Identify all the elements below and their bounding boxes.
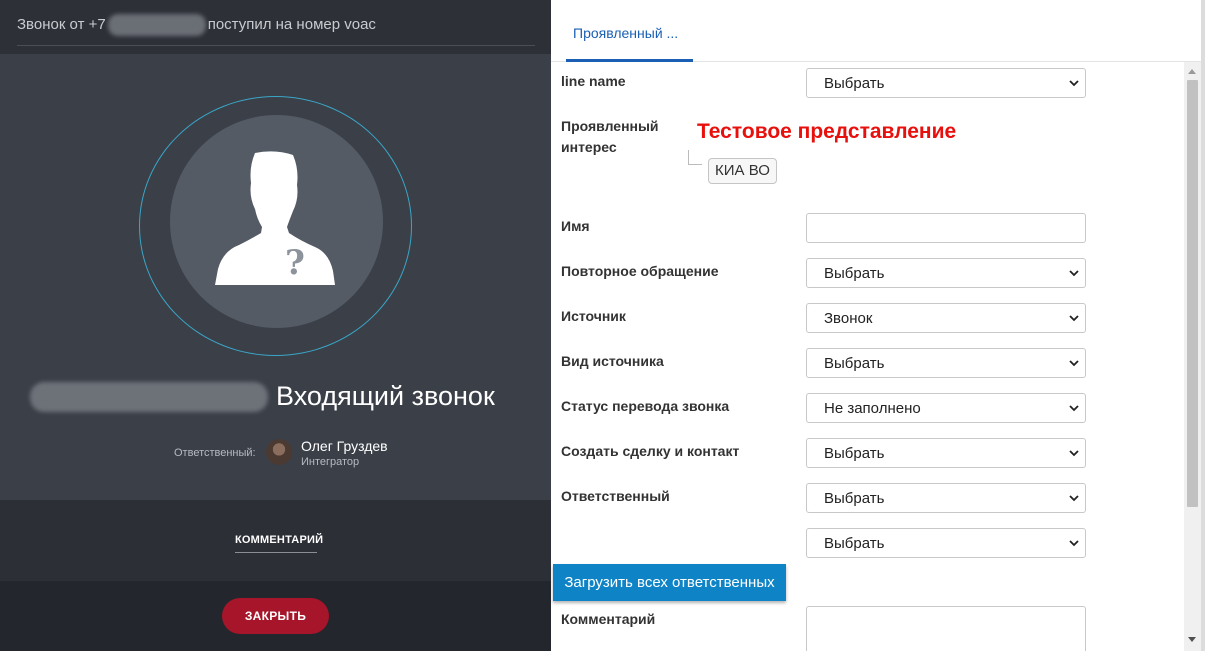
active-tab-indicator bbox=[566, 59, 693, 62]
create-deal-value: Выбрать bbox=[824, 445, 885, 462]
responsible-avatar bbox=[266, 439, 292, 465]
header-divider bbox=[17, 45, 535, 46]
form-scrollbar[interactable] bbox=[1184, 62, 1201, 651]
interest-label-line1: Проявленный bbox=[561, 118, 659, 134]
transfer-status-value: Не заполнено bbox=[824, 400, 921, 417]
transfer-status-select[interactable]: Не заполнено bbox=[806, 393, 1086, 423]
call-panel: Звонок от +7 поступил на номер voac ? Вхо… bbox=[0, 0, 551, 651]
transfer-status-label: Статус перевода звонка bbox=[561, 398, 730, 414]
form-panel: Проявленный ... line name Выбрать Проявл… bbox=[551, 0, 1205, 651]
line-name-label: line name bbox=[561, 73, 626, 89]
line-name-select[interactable]: Выбрать bbox=[806, 68, 1086, 98]
chevron-down-icon bbox=[1069, 450, 1079, 457]
name-input[interactable] bbox=[806, 213, 1086, 243]
chevron-down-icon bbox=[1069, 270, 1079, 277]
caller-avatar: ? bbox=[170, 115, 383, 328]
call-header: Звонок от +7 поступил на номер voac bbox=[0, 0, 551, 54]
scroll-down-arrow-icon[interactable] bbox=[1188, 637, 1196, 642]
comment-label: Комментарий bbox=[561, 611, 656, 627]
load-all-responsible-button[interactable]: Загрузить всех ответственных bbox=[553, 564, 786, 601]
comment-textarea[interactable] bbox=[806, 606, 1086, 651]
scroll-up-arrow-icon[interactable] bbox=[1188, 69, 1196, 74]
responsible-extra-select[interactable]: Выбрать bbox=[806, 528, 1086, 558]
call-title: Звонок от +7 поступил на номер voac bbox=[17, 14, 376, 36]
call-title-prefix: Звонок от +7 bbox=[17, 15, 106, 33]
chevron-down-icon bbox=[1069, 405, 1079, 412]
source-type-label: Вид источника bbox=[561, 353, 664, 369]
test-view-heading: Тестовое представление bbox=[697, 120, 957, 143]
source-label: Источник bbox=[561, 308, 626, 324]
window-edge bbox=[1201, 0, 1205, 651]
comment-zone: КОММЕНТАРИЙ bbox=[0, 500, 551, 581]
create-deal-label: Создать сделку и контакт bbox=[561, 443, 740, 459]
close-button[interactable]: ЗАКРЫТЬ bbox=[222, 598, 329, 634]
responsible-label: Ответственный: bbox=[174, 447, 256, 459]
call-footer: ЗАКРЫТЬ bbox=[0, 581, 551, 651]
masked-phone-number bbox=[107, 14, 206, 36]
chevron-down-icon bbox=[1069, 540, 1079, 547]
chevron-down-icon bbox=[1069, 80, 1079, 87]
source-type-value: Выбрать bbox=[824, 355, 885, 372]
comment-tab-underline bbox=[235, 552, 317, 553]
source-type-select[interactable]: Выбрать bbox=[806, 348, 1086, 378]
interest-tag[interactable]: КИА ВО bbox=[708, 158, 777, 184]
call-status: Входящий звонок bbox=[276, 381, 495, 411]
repeat-value: Выбрать bbox=[824, 265, 885, 282]
source-select[interactable]: Звонок bbox=[806, 303, 1086, 333]
responsible-role: Интегратор bbox=[301, 456, 360, 468]
masked-caller-number bbox=[30, 381, 268, 412]
interest-label: Проявленный интерес bbox=[561, 116, 659, 158]
repeat-label: Повторное обращение bbox=[561, 263, 719, 279]
comment-tab[interactable]: КОММЕНТАРИЙ bbox=[235, 534, 323, 546]
svg-text:?: ? bbox=[285, 243, 305, 283]
create-deal-select[interactable]: Выбрать bbox=[806, 438, 1086, 468]
scroll-thumb[interactable] bbox=[1187, 80, 1198, 507]
tab-interest[interactable]: Проявленный ... bbox=[573, 25, 678, 41]
repeat-select[interactable]: Выбрать bbox=[806, 258, 1086, 288]
tag-connector bbox=[688, 150, 702, 165]
interest-label-line2: интерес bbox=[561, 139, 617, 155]
caller-area: ? Входящий звонок Ответственный: Олег Гр… bbox=[0, 54, 551, 500]
name-label: Имя bbox=[561, 218, 590, 234]
chevron-down-icon bbox=[1069, 495, 1079, 502]
responsible-select[interactable]: Выбрать bbox=[806, 483, 1086, 513]
unknown-person-icon: ? bbox=[215, 151, 335, 285]
source-value: Звонок bbox=[824, 310, 873, 327]
chevron-down-icon bbox=[1069, 315, 1079, 322]
tab-bar: Проявленный ... bbox=[551, 0, 1201, 62]
caller-line: Входящий звонок bbox=[30, 381, 495, 412]
chevron-down-icon bbox=[1069, 360, 1079, 367]
call-window: Звонок от +7 поступил на номер voac ? Вхо… bbox=[0, 0, 1205, 651]
line-name-value: Выбрать bbox=[824, 75, 885, 92]
responsible-value: Выбрать bbox=[824, 490, 885, 507]
responsible-field-label: Ответственный bbox=[561, 488, 670, 504]
responsible-name[interactable]: Олег Груздев bbox=[301, 438, 388, 454]
responsible-extra-value: Выбрать bbox=[824, 535, 885, 552]
call-title-suffix: поступил на номер voac bbox=[207, 15, 376, 33]
